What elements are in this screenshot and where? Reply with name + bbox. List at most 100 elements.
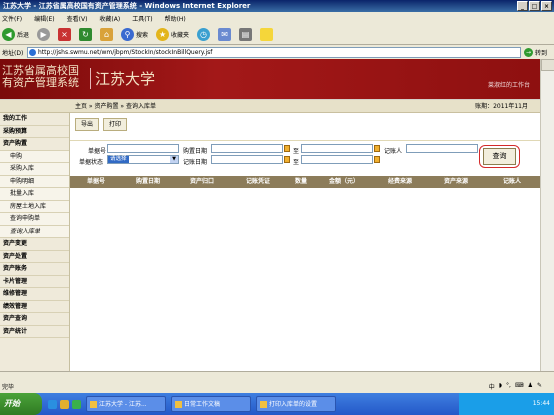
bill-no-input[interactable] xyxy=(107,144,179,153)
ime-icon[interactable]: 中 xyxy=(489,382,495,391)
go-button[interactable]: → 转到 xyxy=(524,47,554,57)
sidebar-item-asset-query[interactable]: 资产查询 xyxy=(0,313,69,326)
sidebar-item-performance[interactable]: 绩效管理 xyxy=(0,301,69,313)
recorder-input[interactable] xyxy=(406,144,478,153)
status-select-value: 请选择 xyxy=(108,156,129,163)
user-workbench-link[interactable]: 莱淑红的工作台 xyxy=(488,80,530,89)
calendar-icon[interactable] xyxy=(374,156,380,163)
vertical-scrollbar[interactable] xyxy=(540,59,554,371)
start-button[interactable]: 开始 xyxy=(0,393,42,415)
column-header[interactable]: 购置日期 xyxy=(122,176,174,188)
clock: 15:44 xyxy=(532,400,550,407)
sidebar-item-asset-statistics[interactable]: 资产统计 xyxy=(0,326,69,338)
desktop-quicklaunch-icon[interactable] xyxy=(72,399,81,409)
sidebar-item-purchase-budget[interactable]: 采购预算 xyxy=(0,126,69,138)
window-title: 江苏大学 - 江苏省属高校国有资产管理系统 - Windows Internet… xyxy=(3,2,251,10)
column-header[interactable]: 数量 xyxy=(286,176,316,188)
sidebar-subitem-query-apply[interactable]: 查询申购单 xyxy=(0,213,69,226)
address-input[interactable]: http://jshs.swmu.net/wm/jbpm/StockIn/sto… xyxy=(27,46,521,58)
address-bar: 地址(D) http://jshs.swmu.net/wm/jbpm/Stock… xyxy=(0,45,554,59)
export-button[interactable]: 导出 xyxy=(75,118,100,131)
sidebar-subitem-purchase-stockin[interactable]: 采购入库 xyxy=(0,163,69,176)
calendar-icon[interactable] xyxy=(284,145,290,152)
search-label: 搜索 xyxy=(136,32,149,39)
refresh-button[interactable]: ↻ xyxy=(79,28,93,41)
favorites-button[interactable]: ★ 收藏夹 xyxy=(156,28,189,41)
record-date-to-label: 至 xyxy=(293,159,300,166)
chevron-down-icon[interactable]: ▼ xyxy=(170,156,178,163)
status-select[interactable]: 请选择 ▼ xyxy=(107,155,179,164)
mail-icon: ✉ xyxy=(218,28,232,41)
scroll-up-arrow-icon[interactable] xyxy=(541,59,554,71)
home-button[interactable]: ⌂ xyxy=(100,28,114,41)
address-label: 地址(D) xyxy=(2,49,24,57)
system-logo: 江苏省属高校国 有资产管理系统 xyxy=(2,65,79,89)
sidebar-item-asset-disposal[interactable]: 资产处置 xyxy=(0,251,69,263)
menu-view[interactable]: 查看(V) xyxy=(67,14,88,23)
refresh-icon: ↻ xyxy=(79,28,93,41)
taskbar-item[interactable]: 打印入库单的设置 xyxy=(256,396,336,412)
breadcrumb: 主页 » 资产购置 » 查询入库单 xyxy=(75,103,156,110)
record-date-from-input[interactable] xyxy=(211,155,283,164)
keyboard-icon[interactable]: ⌨ xyxy=(515,382,524,391)
column-header[interactable]: 单据号 xyxy=(70,176,122,188)
status-text: 完毕 xyxy=(2,384,15,391)
sidebar-subitem-batch-stockin[interactable]: 批量入库 xyxy=(0,188,69,201)
close-button[interactable]: × xyxy=(541,1,552,11)
buy-date-to-input[interactable] xyxy=(301,144,373,153)
search-button[interactable]: ⚲ 搜索 xyxy=(121,28,148,41)
stop-button[interactable]: × xyxy=(58,28,72,41)
folder-quicklaunch-icon[interactable] xyxy=(60,399,69,409)
sidebar-item-maintenance[interactable]: 维修管理 xyxy=(0,288,69,301)
menu-favorites[interactable]: 收藏(A) xyxy=(99,14,120,23)
history-button[interactable]: ◷ xyxy=(197,28,211,41)
column-header[interactable]: 记账凭证 xyxy=(230,176,286,188)
menu-file[interactable]: 文件(F) xyxy=(2,14,22,23)
language-bar[interactable]: 中 ◗ °, ⌨ ♟ ✎ xyxy=(489,382,542,391)
back-button[interactable]: ◀ 后退 xyxy=(2,28,29,41)
mail-button[interactable]: ✉ xyxy=(218,28,232,41)
menu-edit[interactable]: 编辑(E) xyxy=(34,14,54,23)
column-header[interactable]: 资产来源 xyxy=(428,176,484,188)
minimize-button[interactable]: _ xyxy=(517,1,528,11)
notes-button[interactable] xyxy=(260,28,274,41)
menu-help[interactable]: 帮助(H) xyxy=(165,14,186,23)
search-icon: ⚲ xyxy=(121,28,135,41)
punctuation-icon[interactable]: °, xyxy=(506,382,511,391)
sidebar-item-card-management[interactable]: 卡片管理 xyxy=(0,276,69,288)
window-controls: _ □ × xyxy=(517,1,552,11)
buy-date-to-label: 至 xyxy=(293,148,300,155)
sidebar-item-asset-purchase[interactable]: 资产购置 xyxy=(0,138,69,151)
print-button[interactable]: 打印 xyxy=(103,118,128,131)
browser-toolbar: ◀ 后退 ▶ × ↻ ⌂ ⚲ 搜索 ★ 收藏夹 ◷ ✉ ▤ xyxy=(0,25,554,45)
user-icon[interactable]: ♟ xyxy=(528,382,533,391)
maximize-button[interactable]: □ xyxy=(529,1,540,11)
status-label: 单据状态 xyxy=(79,159,104,166)
query-button[interactable]: 查询 xyxy=(483,148,516,165)
moon-icon[interactable]: ◗ xyxy=(499,382,502,391)
forward-button[interactable]: ▶ xyxy=(37,28,51,41)
column-header[interactable]: 经费来源 xyxy=(372,176,428,188)
wrench-icon[interactable]: ✎ xyxy=(537,382,542,391)
calendar-icon[interactable] xyxy=(374,145,380,152)
column-header[interactable]: 金额（元） xyxy=(316,176,372,188)
print-toolbar-button[interactable]: ▤ xyxy=(239,28,253,41)
sidebar-subitem-building-land-stockin[interactable]: 房屋土地入库 xyxy=(0,200,69,213)
taskbar-item[interactable]: 日常工作文稿 xyxy=(171,396,251,412)
buy-date-from-input[interactable] xyxy=(211,144,283,153)
page-icon xyxy=(29,48,36,56)
ie-quicklaunch-icon[interactable] xyxy=(48,399,57,409)
record-date-to-input[interactable] xyxy=(301,155,373,164)
column-header[interactable]: 记账人 xyxy=(484,176,540,188)
taskbar-item[interactable]: 江苏大学 - 江苏... xyxy=(86,396,166,412)
sidebar-subitem-query-stockin[interactable]: 查询入库单 xyxy=(0,225,69,238)
calendar-icon[interactable] xyxy=(284,156,290,163)
record-date-label: 记账日期 xyxy=(183,159,208,166)
sidebar-subitem-apply-detail[interactable]: 申购明细 xyxy=(0,175,69,188)
sidebar-item-asset-change[interactable]: 资产变更 xyxy=(0,238,69,251)
sidebar-item-my-work[interactable]: 我的工作 xyxy=(0,113,69,126)
sidebar-subitem-apply[interactable]: 申购 xyxy=(0,150,69,163)
sidebar-item-asset-accounts[interactable]: 资产账务 xyxy=(0,263,69,276)
menu-tools[interactable]: 工具(T) xyxy=(132,14,152,23)
column-header[interactable]: 资产归口 xyxy=(174,176,230,188)
